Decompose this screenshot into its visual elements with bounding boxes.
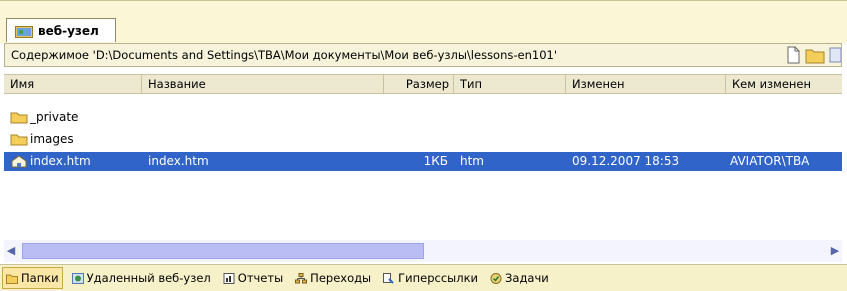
folder-icon — [6, 273, 18, 284]
hyperlinks-icon — [383, 272, 395, 284]
item-name: _private — [30, 110, 79, 124]
views-bar: Папки Удаленный веб-узел Отчеты Переходы… — [0, 264, 847, 291]
website-icon — [15, 24, 33, 38]
column-header-title[interactable]: Название — [142, 75, 384, 93]
view-tab-navigation[interactable]: Переходы — [292, 268, 374, 288]
home-page-icon — [10, 155, 28, 168]
column-header-size[interactable]: Размер — [384, 75, 454, 93]
file-list: _private images index.htm index.htm 1КБ … — [4, 96, 842, 238]
up-folder-icon[interactable] — [829, 46, 841, 66]
tab-website[interactable]: веб-узел — [6, 18, 116, 42]
remote-site-icon — [71, 272, 84, 284]
view-tab-label: Переходы — [310, 271, 372, 285]
view-tab-label: Удаленный веб-узел — [86, 271, 211, 285]
view-tab-label: Папки — [21, 271, 59, 285]
view-tabstrip: веб-узел — [0, 0, 847, 43]
new-page-icon[interactable] — [785, 46, 801, 66]
tab-website-label: веб-узел — [38, 23, 99, 38]
item-size: 1КБ — [423, 154, 448, 168]
folder-icon — [10, 133, 28, 146]
item-title: index.htm — [148, 154, 209, 168]
view-tab-label: Гиперссылки — [398, 271, 479, 285]
item-name: index.htm — [30, 154, 91, 168]
view-tab-remote-site[interactable]: Удаленный веб-узел — [69, 268, 214, 288]
reports-icon — [223, 272, 235, 284]
column-header-modified[interactable]: Изменен — [566, 75, 726, 93]
list-item[interactable]: _private — [4, 108, 842, 127]
view-tab-label: Отчеты — [237, 271, 284, 285]
list-item[interactable]: images — [4, 130, 842, 149]
item-modified-by: AVIATOR\TBA — [730, 154, 810, 168]
tasks-icon — [490, 272, 502, 284]
list-item[interactable]: index.htm index.htm 1КБ htm 09.12.2007 1… — [4, 152, 842, 171]
file-list-header: Имя Название Размер Тип Изменен Кем изме… — [4, 74, 842, 94]
item-type: htm — [460, 154, 484, 168]
folder-icon — [10, 111, 28, 124]
folder-path-text: Содержимое 'D:\Documents and Settings\TB… — [11, 48, 557, 62]
navigation-icon — [295, 272, 308, 284]
pathbar-toolbar — [785, 46, 841, 66]
scroll-left-icon[interactable]: ◀ — [4, 242, 18, 260]
new-folder-icon[interactable] — [805, 46, 825, 66]
view-tab-label: Задачи — [505, 271, 549, 285]
view-tab-reports[interactable]: Отчеты — [220, 268, 286, 288]
item-name: images — [30, 132, 74, 146]
horizontal-scrollbar[interactable]: ◀ ▶ — [4, 240, 842, 262]
scroll-right-icon[interactable]: ▶ — [828, 242, 842, 260]
view-tab-tasks[interactable]: Задачи — [487, 268, 552, 288]
column-header-modified-by[interactable]: Кем изменен — [726, 75, 842, 93]
view-tab-hyperlinks[interactable]: Гиперссылки — [380, 268, 481, 288]
item-modified: 09.12.2007 18:53 — [572, 154, 680, 168]
column-header-name[interactable]: Имя — [4, 75, 142, 93]
column-header-type[interactable]: Тип — [454, 75, 566, 93]
view-tab-folders[interactable]: Папки — [2, 267, 63, 289]
scrollbar-thumb[interactable] — [22, 243, 424, 259]
folder-path-bar: Содержимое 'D:\Documents and Settings\TB… — [4, 43, 842, 67]
